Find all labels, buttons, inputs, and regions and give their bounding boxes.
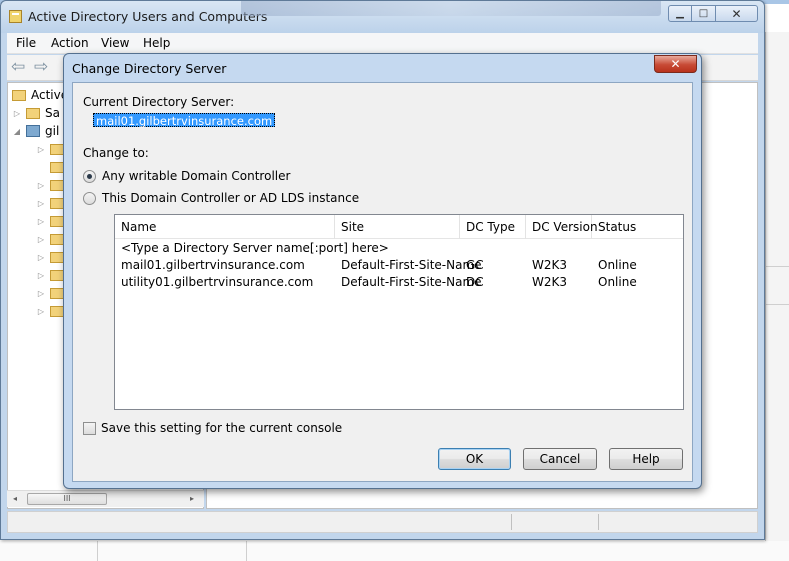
dialog-close-button[interactable]: ✕	[654, 55, 697, 73]
main-title-bar: Active Directory Users and Computers ▁ □…	[1, 1, 764, 33]
main-close-button[interactable]: ✕	[716, 5, 758, 22]
folder-icon	[50, 233, 64, 245]
cell-dc-version: W2K3	[532, 275, 568, 289]
expand-icon[interactable]: ▷	[12, 109, 22, 118]
cell-status: Online	[598, 275, 637, 289]
scroll-left-icon[interactable]: ◂	[13, 494, 17, 503]
change-directory-server-dialog: Change Directory Server ✕ Current Direct…	[63, 53, 702, 489]
maximize-icon: □	[698, 8, 709, 19]
minimize-button[interactable]: ▁	[668, 5, 692, 22]
ok-button[interactable]: OK	[438, 448, 511, 470]
expand-icon[interactable]: ▷	[36, 253, 46, 262]
scroll-right-icon[interactable]: ▸	[190, 494, 194, 503]
cancel-button[interactable]: Cancel	[523, 448, 597, 470]
cell-dc-type: GC	[466, 258, 484, 272]
background-browser-tabs	[241, 1, 661, 16]
folder-icon	[50, 287, 64, 299]
expand-icon[interactable]: ▷	[36, 145, 46, 154]
snapin-icon	[12, 89, 26, 101]
cell-name: utility01.gilbertrvinsurance.com	[121, 275, 314, 289]
folder-icon	[50, 143, 64, 155]
domain-icon	[26, 125, 40, 137]
cell-dc-type: DC	[466, 275, 484, 289]
tree-root[interactable]: Active	[12, 86, 68, 104]
save-setting-label: Save this setting for the current consol…	[101, 421, 343, 435]
help-button[interactable]: Help	[609, 448, 683, 470]
forward-arrow-icon[interactable]: ⇨	[34, 59, 48, 76]
dialog-body: Current Directory Server: mail01.gilbert…	[72, 82, 693, 482]
minimize-icon: ▁	[676, 8, 684, 19]
scroll-thumb[interactable]: III	[27, 493, 107, 505]
tree-horizontal-scrollbar[interactable]: ◂ III ▸	[7, 490, 204, 507]
back-arrow-icon[interactable]: ⇦	[11, 59, 25, 76]
cell-dc-version: W2K3	[532, 258, 568, 272]
expand-icon[interactable]: ▷	[36, 217, 46, 226]
folder-icon	[50, 197, 64, 209]
menu-bar: File Action View Help	[7, 33, 758, 54]
folder-icon	[50, 305, 64, 317]
expand-icon[interactable]: ▷	[36, 307, 46, 316]
expand-icon[interactable]: ▷	[36, 181, 46, 190]
folder-app-icon	[9, 10, 22, 23]
column-header-status[interactable]: Status	[592, 215, 683, 239]
expand-icon[interactable]: ▷	[36, 271, 46, 280]
folder-icon	[50, 269, 64, 281]
folder-icon	[50, 215, 64, 227]
cell-status: Online	[598, 258, 637, 272]
placeholder-text[interactable]: <Type a Directory Server name[:port] her…	[115, 240, 389, 257]
radio-selected-icon[interactable]	[83, 169, 96, 183]
expand-icon[interactable]: ▷	[36, 289, 46, 298]
background-window-right	[765, 32, 789, 561]
folder-icon	[50, 161, 64, 173]
folder-icon	[26, 107, 40, 119]
expand-icon[interactable]: ▷	[36, 235, 46, 244]
change-to-label: Change to:	[83, 146, 149, 160]
main-window-title: Active Directory Users and Computers	[28, 9, 268, 24]
radio-this-label: This Domain Controller or AD LDS instanc…	[102, 191, 360, 205]
status-bar	[7, 511, 758, 533]
folder-icon	[50, 251, 64, 263]
domain-controller-list[interactable]: Name Site DC Type DC Version Status <Typ…	[114, 214, 684, 410]
current-server-label: Current Directory Server:	[83, 95, 235, 109]
radio-any-writable-dc[interactable]: Any writable Domain Controller	[83, 168, 290, 184]
list-item-placeholder[interactable]: <Type a Directory Server name[:port] her…	[115, 240, 683, 257]
tree-saved-queries[interactable]: ▷ Sa	[12, 104, 60, 122]
list-item[interactable]: utility01.gilbertrvinsurance.com Default…	[115, 274, 683, 291]
cell-name: mail01.gilbertrvinsurance.com	[121, 258, 305, 272]
folder-icon	[50, 179, 64, 191]
menu-help[interactable]: Help	[143, 36, 170, 50]
list-item[interactable]: mail01.gilbertrvinsurance.com Default-Fi…	[115, 257, 683, 274]
maximize-button[interactable]: □	[692, 5, 716, 22]
background-window-bottom	[0, 541, 789, 561]
menu-action[interactable]: Action	[51, 36, 89, 50]
collapse-icon[interactable]: ◢	[12, 127, 22, 136]
column-header-site[interactable]: Site	[335, 215, 460, 239]
save-setting-checkbox[interactable]: Save this setting for the current consol…	[83, 420, 342, 436]
radio-unselected-icon[interactable]	[83, 191, 96, 205]
expand-icon[interactable]: ▷	[36, 199, 46, 208]
checkbox-unchecked-icon[interactable]	[83, 421, 96, 435]
menu-view[interactable]: View	[101, 36, 129, 50]
radio-any-label: Any writable Domain Controller	[102, 169, 291, 183]
tree-saved-label: Sa	[45, 106, 60, 120]
tree-domain[interactable]: ◢ gil	[12, 122, 59, 140]
list-header: Name Site DC Type DC Version Status	[115, 215, 683, 239]
column-header-dc-type[interactable]: DC Type	[460, 215, 526, 239]
close-icon: ✕	[670, 57, 681, 71]
close-icon: ✕	[731, 6, 742, 21]
column-header-name[interactable]: Name	[115, 215, 335, 239]
current-server-value[interactable]: mail01.gilbertrvinsurance.com	[93, 113, 276, 128]
menu-file[interactable]: File	[16, 36, 36, 50]
dialog-title: Change Directory Server	[72, 61, 227, 76]
tree-domain-label: gil	[45, 124, 60, 138]
column-header-dc-version[interactable]: DC Version	[526, 215, 598, 239]
caption-buttons: ▁ □ ✕	[668, 5, 758, 22]
radio-this-dc[interactable]: This Domain Controller or AD LDS instanc…	[83, 190, 359, 206]
